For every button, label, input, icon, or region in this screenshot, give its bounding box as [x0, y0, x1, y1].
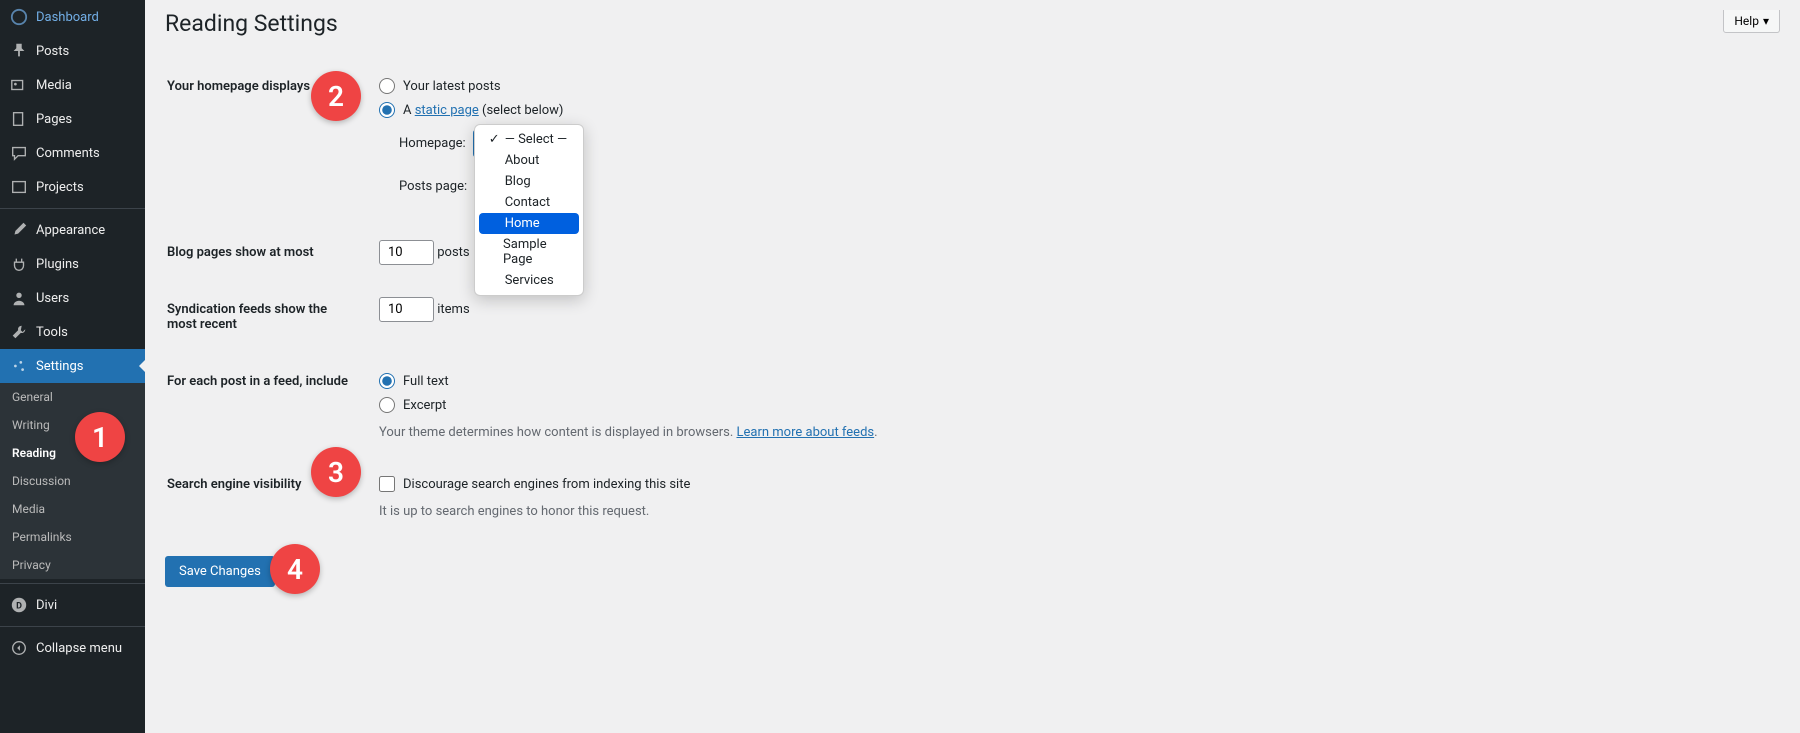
sidebar-label: Appearance: [36, 223, 105, 238]
sidebar-label: Collapse menu: [36, 641, 122, 656]
seo-note: It is up to search engines to honor this…: [379, 504, 1768, 519]
projects-icon: [10, 178, 28, 196]
dropdown-option-contact[interactable]: Contact: [479, 192, 579, 213]
row-label-blog-pages: Blog pages show at most: [167, 225, 367, 280]
syndication-suffix: items: [437, 302, 469, 317]
user-icon: [10, 289, 28, 307]
dropdown-option-blog[interactable]: Blog: [479, 171, 579, 192]
sidebar-item-pages[interactable]: Pages: [0, 102, 145, 136]
homepage-select-label: Homepage:: [399, 136, 466, 151]
syndication-input[interactable]: [379, 297, 434, 322]
sidebar-label: Comments: [36, 146, 100, 161]
sidebar-label: Settings: [36, 359, 83, 374]
sidebar-item-dashboard[interactable]: Dashboard: [0, 0, 145, 34]
submenu-privacy[interactable]: Privacy: [0, 551, 145, 579]
main-content: Reading Settings Help ▾ Your homepage di…: [145, 0, 1800, 733]
check-icon: ✓: [489, 132, 501, 147]
brush-icon: [10, 221, 28, 239]
settings-icon: [10, 357, 28, 375]
row-label-feed-content: For each post in a feed, include: [167, 354, 367, 455]
dashboard-icon: [10, 8, 28, 26]
help-button[interactable]: Help ▾: [1723, 10, 1780, 33]
blog-pages-suffix: posts: [437, 245, 469, 260]
sidebar-label: Dashboard: [36, 10, 99, 25]
dropdown-option-sample-page[interactable]: Sample Page: [479, 234, 579, 270]
posts-page-select-label: Posts page:: [399, 179, 467, 194]
chevron-down-icon: ▾: [1763, 14, 1769, 28]
sidebar-collapse[interactable]: Collapse menu: [0, 631, 145, 665]
sidebar-item-media[interactable]: Media: [0, 68, 145, 102]
submenu-discussion[interactable]: Discussion: [0, 467, 145, 495]
sidebar-item-appearance[interactable]: Appearance: [0, 213, 145, 247]
radio-latest-posts-label[interactable]: Your latest posts: [403, 79, 501, 94]
submenu-media[interactable]: Media: [0, 495, 145, 523]
sidebar-label: Divi: [36, 598, 57, 613]
blog-pages-input[interactable]: [379, 240, 434, 265]
radio-static-page-label[interactable]: A static page (select below): [403, 103, 563, 118]
checkbox-discourage-seo-label[interactable]: Discourage search engines from indexing …: [403, 477, 690, 492]
radio-static-page[interactable]: [379, 102, 395, 118]
radio-latest-posts[interactable]: [379, 78, 395, 94]
pages-icon: [10, 110, 28, 128]
dropdown-option-about[interactable]: About: [479, 150, 579, 171]
sidebar-item-divi[interactable]: D Divi: [0, 588, 145, 622]
annotation-2: 2: [311, 71, 361, 121]
checkbox-discourage-seo[interactable]: [379, 476, 395, 492]
divi-icon: D: [10, 596, 28, 614]
radio-excerpt[interactable]: [379, 397, 395, 413]
radio-full-text[interactable]: [379, 373, 395, 389]
pin-icon: [10, 42, 28, 60]
radio-full-text-label[interactable]: Full text: [403, 374, 449, 389]
page-title: Reading Settings: [165, 10, 338, 37]
admin-sidebar: Dashboard Posts Media Pages Comments Pro…: [0, 0, 145, 733]
sidebar-label: Users: [36, 291, 69, 306]
static-page-link[interactable]: static page: [415, 103, 479, 118]
sidebar-separator: [0, 583, 145, 584]
sidebar-label: Media: [36, 78, 72, 93]
plug-icon: [10, 255, 28, 273]
sidebar-label: Projects: [36, 180, 84, 195]
dropdown-option-select[interactable]: ✓— Select —: [479, 129, 579, 150]
sidebar-label: Pages: [36, 112, 72, 127]
annotation-1: 1: [75, 412, 125, 462]
sidebar-item-plugins[interactable]: Plugins: [0, 247, 145, 281]
homepage-dropdown-panel: ✓— Select — About Blog Contact Home Samp…: [474, 124, 584, 296]
dropdown-option-services[interactable]: Services: [479, 270, 579, 291]
comment-icon: [10, 144, 28, 162]
svg-text:D: D: [16, 602, 22, 612]
sidebar-item-settings[interactable]: Settings: [0, 349, 145, 383]
row-label-syndication: Syndication feeds show the most recent: [167, 282, 367, 352]
sidebar-item-comments[interactable]: Comments: [0, 136, 145, 170]
submenu-permalinks[interactable]: Permalinks: [0, 523, 145, 551]
annotation-3: 3: [311, 447, 361, 497]
learn-feeds-link[interactable]: Learn more about feeds: [737, 425, 875, 440]
sidebar-submenu: General Writing Reading Discussion Media…: [0, 383, 145, 579]
collapse-icon: [10, 639, 28, 657]
feed-desc: Your theme determines how content is dis…: [379, 425, 1768, 440]
save-button[interactable]: Save Changes: [165, 556, 275, 587]
dropdown-option-home[interactable]: Home: [479, 213, 579, 234]
sidebar-separator: [0, 208, 145, 209]
sidebar-item-posts[interactable]: Posts: [0, 34, 145, 68]
sidebar-separator: [0, 626, 145, 627]
sidebar-item-projects[interactable]: Projects: [0, 170, 145, 204]
sidebar-item-users[interactable]: Users: [0, 281, 145, 315]
radio-excerpt-label[interactable]: Excerpt: [403, 398, 446, 413]
sidebar-label: Tools: [36, 325, 68, 340]
submenu-general[interactable]: General: [0, 383, 145, 411]
sidebar-label: Plugins: [36, 257, 79, 272]
sidebar-item-tools[interactable]: Tools: [0, 315, 145, 349]
sidebar-label: Posts: [36, 44, 69, 59]
annotation-4: 4: [270, 544, 320, 594]
wrench-icon: [10, 323, 28, 341]
media-icon: [10, 76, 28, 94]
